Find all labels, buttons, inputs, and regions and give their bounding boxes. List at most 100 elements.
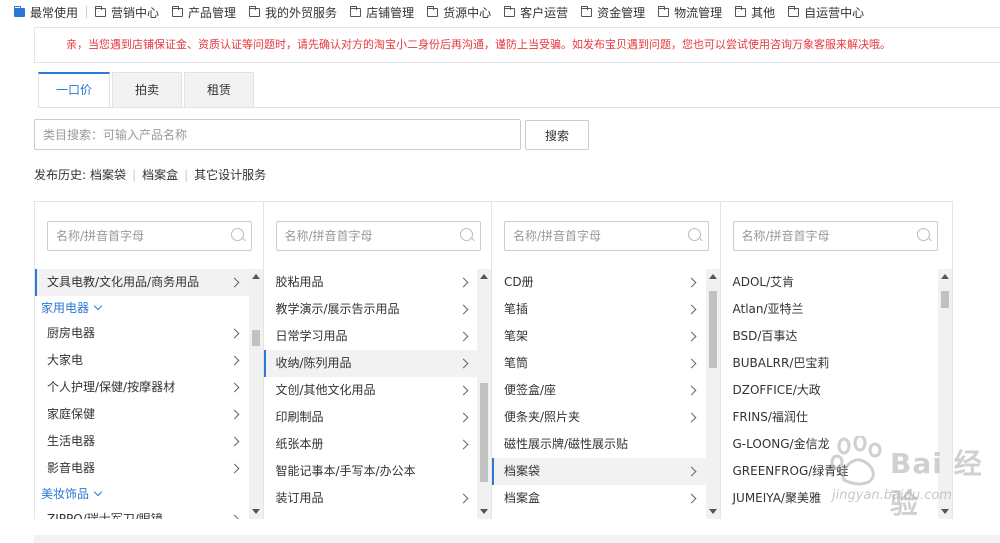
scroll-up-arrow-icon[interactable] <box>480 274 488 279</box>
search-icon[interactable] <box>688 228 701 241</box>
chevron-right-icon <box>229 436 240 447</box>
chevron-right-icon <box>458 331 468 342</box>
chevron-right-icon <box>458 277 468 288</box>
category-item[interactable]: 影音电器 <box>35 455 250 482</box>
scroll-up-arrow-icon[interactable] <box>251 274 260 279</box>
nav-item[interactable]: 产品管理 <box>172 0 236 24</box>
chevron-right-icon <box>686 304 697 315</box>
category-item[interactable]: FRINS/福润仕 <box>721 404 936 431</box>
category-label: 个人护理/保健/按摩器材 <box>47 380 176 394</box>
category-item[interactable]: CD册 <box>492 269 707 296</box>
column-search-input[interactable] <box>504 221 709 251</box>
folder-icon <box>172 5 184 17</box>
nav-item[interactable]: 最常使用 <box>14 0 78 24</box>
category-item[interactable]: 印刷制品 <box>264 404 479 431</box>
category-item[interactable]: 家庭保健 <box>35 401 250 428</box>
category-item[interactable]: 生活电器 <box>35 428 250 455</box>
scrollbar[interactable] <box>477 269 491 519</box>
column-search-input[interactable] <box>47 221 252 251</box>
history-link[interactable]: 档案袋 <box>90 166 126 183</box>
category-item[interactable]: 文创/其他文化用品 <box>264 377 479 404</box>
scroll-down-arrow-icon[interactable] <box>480 509 488 514</box>
category-item[interactable]: 厨房电器 <box>35 320 250 347</box>
category-search-input[interactable] <box>34 119 521 150</box>
category-group-header[interactable]: 家用电器 <box>35 296 250 320</box>
nav-item[interactable]: 物流管理 <box>658 0 722 24</box>
scrollbar-thumb[interactable] <box>941 290 949 309</box>
search-icon[interactable] <box>459 228 473 241</box>
chevron-right-icon <box>229 355 240 366</box>
column-search-input[interactable] <box>732 221 938 251</box>
history-link[interactable]: 档案盒 <box>142 166 178 183</box>
category-item[interactable]: DZOFFICE/大政 <box>721 377 936 404</box>
scroll-up-arrow-icon[interactable] <box>941 274 949 279</box>
category-item[interactable]: 磁性展示牌/磁性展示贴 <box>492 431 707 458</box>
scrollbar-thumb[interactable] <box>708 290 717 368</box>
tab-rental[interactable]: 租赁 <box>184 72 254 108</box>
category-item[interactable]: 笔插 <box>492 296 707 323</box>
category-item[interactable]: BUBALRR/巴宝莉 <box>721 350 936 377</box>
nav-item[interactable]: 店铺管理 <box>350 0 414 24</box>
category-item[interactable]: 智能记事本/手写本/办公本 <box>264 458 479 485</box>
folder-icon <box>658 5 670 17</box>
category-item[interactable]: 文具电教/文化用品/商务用品 <box>35 269 250 296</box>
category-item[interactable]: 笔架 <box>492 323 707 350</box>
search-icon[interactable] <box>231 228 244 241</box>
category-item[interactable]: 教学演示/展示告示用品 <box>264 296 479 323</box>
category-item[interactable]: 日常学习用品 <box>264 323 479 350</box>
scrollbar-thumb[interactable] <box>251 330 260 346</box>
category-item[interactable]: 大家电 <box>35 347 250 374</box>
scroll-up-arrow-icon[interactable] <box>708 274 717 279</box>
nav-item[interactable]: 其他 <box>735 0 775 24</box>
category-item[interactable]: 笔筒 <box>492 350 707 377</box>
category-item[interactable]: 纸张本册 <box>264 431 479 458</box>
chevron-right-icon <box>686 466 697 477</box>
chevron-down-icon <box>93 487 103 497</box>
search-button[interactable]: 搜索 <box>525 120 589 150</box>
nav-item[interactable]: 资金管理 <box>581 0 645 24</box>
scrollbar[interactable] <box>705 269 720 519</box>
history-separator: | <box>132 167 137 182</box>
chevron-right-icon <box>458 358 468 369</box>
category-item[interactable]: ZIPPO/瑞士军刀/眼镜 <box>35 506 250 519</box>
top-nav: 最常使用 营销中心 产品管理 我的外贸服务 店铺管理 货源中心 客户运营 资金管理 物流管理 其他… <box>0 0 1000 24</box>
nav-item[interactable]: 自运营中心 <box>788 0 864 24</box>
scrollbar[interactable] <box>248 269 263 519</box>
category-item[interactable]: 档案袋 <box>492 458 707 485</box>
folder-icon <box>735 5 747 17</box>
category-list: 胶粘用品 教学演示/展示告示用品 日常学习用品 收纳/陈列用品 文创/其他文化用品 印刷制… <box>263 269 479 512</box>
tab-fixed-price[interactable]: 一口价 <box>38 72 110 108</box>
category-item[interactable]: 胶粘用品 <box>264 269 479 296</box>
nav-item[interactable]: 营销中心 <box>95 0 159 24</box>
paw-logo-icon <box>830 436 882 486</box>
tab-auction[interactable]: 拍卖 <box>112 72 182 108</box>
category-label: Atlan/亚特兰 <box>732 302 804 316</box>
category-item[interactable]: 个人护理/保健/按摩器材 <box>35 374 250 401</box>
search-icon[interactable] <box>916 228 930 241</box>
category-item[interactable]: 收纳/陈列用品 <box>263 350 479 377</box>
category-label: 笔架 <box>504 329 529 343</box>
chevron-down-icon <box>93 301 103 311</box>
scroll-down-arrow-icon[interactable] <box>251 509 260 514</box>
nav-item-label: 自运营中心 <box>804 5 865 20</box>
chevron-right-icon <box>686 493 697 504</box>
scroll-down-arrow-icon[interactable] <box>708 509 717 514</box>
category-column: 文具电教/文化用品/商务用品家用电器厨房电器大家电个人护理/保健/按摩器材家庭保… <box>35 202 264 519</box>
chevron-right-icon <box>686 331 697 342</box>
nav-item-label: 客户运营 <box>520 5 569 20</box>
category-item[interactable]: BSD/百事达 <box>721 323 936 350</box>
history-link[interactable]: 其它设计服务 <box>194 166 266 183</box>
category-item[interactable]: 便条夹/照片夹 <box>492 404 707 431</box>
category-item[interactable]: 装订用品 <box>264 485 479 512</box>
scrollbar-thumb[interactable] <box>480 383 488 482</box>
nav-item[interactable]: 货源中心 <box>427 0 491 24</box>
nav-item[interactable]: 我的外贸服务 <box>249 0 337 24</box>
category-item[interactable]: Atlan/亚特兰 <box>721 296 936 323</box>
category-label: 生活电器 <box>47 434 96 448</box>
category-item[interactable]: 档案盒 <box>492 485 707 512</box>
category-group-header[interactable]: 美妆饰品 <box>35 482 250 506</box>
column-search-input[interactable] <box>275 221 481 251</box>
category-item[interactable]: 便签盒/座 <box>492 377 707 404</box>
category-item[interactable]: ADOL/艾肯 <box>721 269 936 296</box>
nav-item[interactable]: 客户运营 <box>504 0 568 24</box>
